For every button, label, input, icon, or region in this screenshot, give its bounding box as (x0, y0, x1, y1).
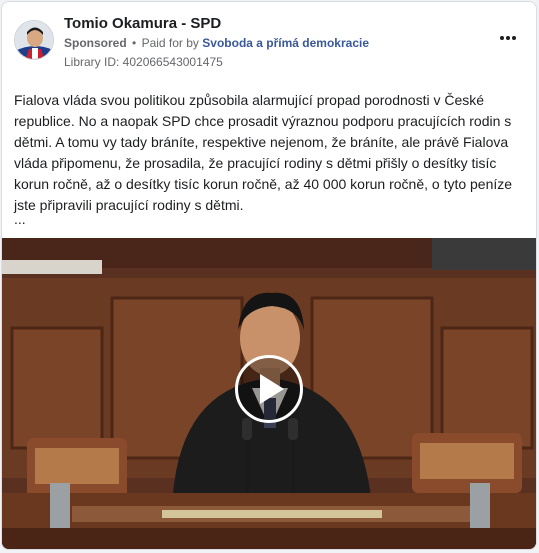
play-button[interactable] (235, 355, 303, 423)
page-name[interactable]: Tomio Okamura - SPD (64, 14, 221, 34)
video-player[interactable] (2, 238, 536, 549)
more-dot (512, 36, 516, 40)
sponsored-label: Sponsored (64, 36, 127, 50)
payer-link[interactable]: Svoboda a přímá demokracie (202, 36, 369, 50)
library-id: Library ID: 402066543001475 (64, 55, 223, 69)
avatar-image (15, 21, 53, 59)
see-more-ellipsis[interactable]: ... (14, 210, 26, 228)
separator-dot: • (132, 36, 137, 50)
post-header: Tomio Okamura - SPD Sponsored • Paid for… (14, 14, 524, 74)
play-icon (260, 374, 284, 404)
post-body-text: Fialova vláda svou politikou způsobila a… (14, 92, 513, 213)
more-options-icon[interactable] (496, 30, 520, 46)
more-dot (500, 36, 504, 40)
paid-for-label: Paid for by (141, 36, 199, 50)
ad-disclosure: Sponsored • Paid for by Svoboda a přímá … (64, 35, 369, 51)
ad-card: Tomio Okamura - SPD Sponsored • Paid for… (1, 1, 537, 550)
avatar[interactable] (14, 20, 54, 60)
more-dot (506, 36, 510, 40)
